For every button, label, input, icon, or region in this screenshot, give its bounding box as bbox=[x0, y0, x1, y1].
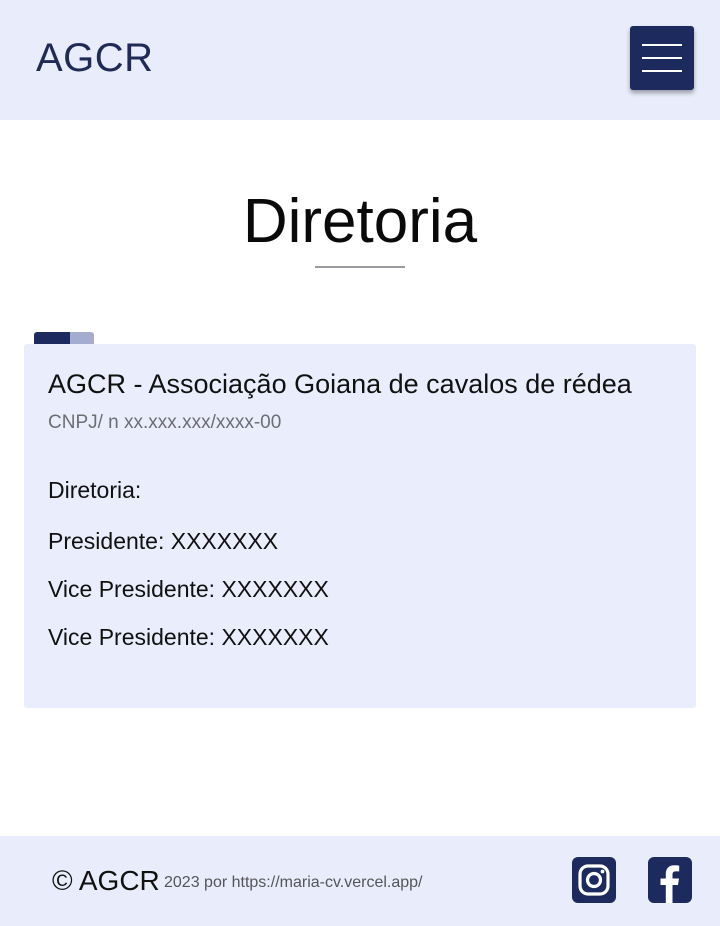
hamburger-menu-icon bbox=[642, 44, 682, 46]
organization-card: AGCR - Associação Goiana de cavalos de r… bbox=[24, 344, 696, 708]
vice-president-line: Vice Presidente: XXXXXXX bbox=[48, 624, 329, 650]
organization-name: AGCR - Associação Goiana de cavalos de r… bbox=[48, 369, 632, 399]
instagram-icon bbox=[578, 864, 610, 896]
title-divider bbox=[315, 266, 405, 268]
footer-copyright: © AGCR bbox=[52, 865, 160, 896]
menu-button[interactable] bbox=[630, 26, 694, 90]
brand-logo-text[interactable]: AGCR bbox=[36, 36, 154, 80]
top-header: AGCR bbox=[0, 0, 720, 120]
board-heading: Diretoria: bbox=[48, 477, 142, 503]
president-line: Presidente: XXXXXXX bbox=[48, 528, 279, 554]
page-title: Diretoria bbox=[242, 187, 478, 256]
cnpj-text: CNPJ/ n xx.xxx.xxx/xxxx-00 bbox=[48, 412, 282, 433]
vice-president-line: Vice Presidente: XXXXXXX bbox=[48, 576, 329, 602]
facebook-button[interactable] bbox=[648, 857, 692, 903]
hamburger-menu-icon-bar bbox=[642, 57, 682, 59]
footer-credit-link[interactable]: 2023 por https://maria-cv.vercel.app/ bbox=[164, 872, 423, 894]
facebook-icon bbox=[660, 865, 680, 903]
instagram-button[interactable] bbox=[572, 857, 616, 903]
page-footer: © AGCR 2023 por https://maria-cv.vercel.… bbox=[0, 836, 720, 926]
hamburger-menu-icon-bar bbox=[642, 70, 682, 72]
